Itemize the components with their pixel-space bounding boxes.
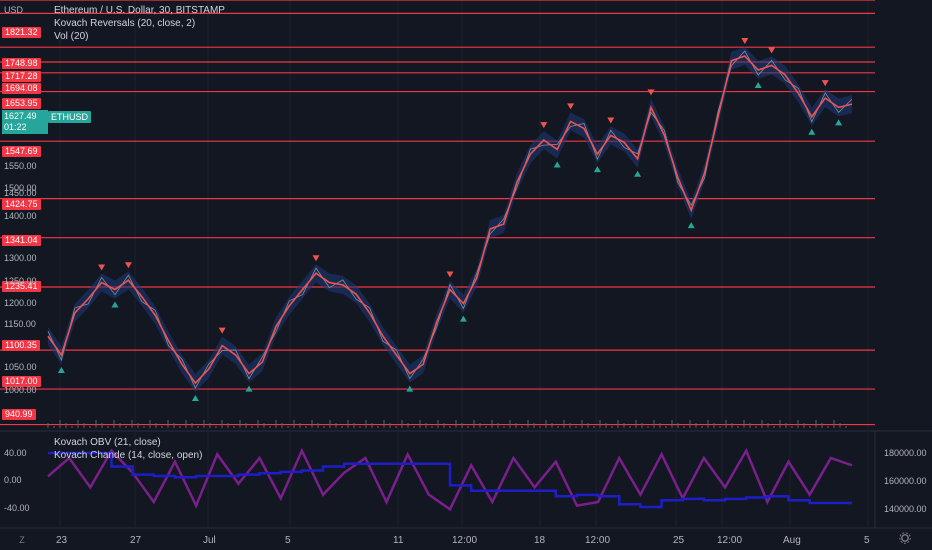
- time-axis-label: 5: [864, 535, 870, 546]
- obv-line: [48, 451, 852, 509]
- symbol-tag: ETHUSD: [48, 111, 92, 123]
- time-axis-label: 12:00: [585, 535, 611, 546]
- price-level-tag: 1653.95: [2, 98, 41, 109]
- time-axis-label: 25: [673, 535, 685, 546]
- current-price: 1627.49: [4, 111, 37, 121]
- time-axis-label: 12:00: [452, 535, 478, 546]
- z-icon[interactable]: Z: [15, 533, 29, 547]
- symbol-title[interactable]: Ethereum / U.S. Dollar, 30, BITSTAMP: [54, 5, 225, 16]
- price-axis-label: 1050.00: [4, 362, 37, 372]
- reversal-up-marker: [593, 166, 601, 173]
- time-axis-label: 27: [130, 535, 142, 546]
- reversal-down-marker: [312, 255, 320, 262]
- reversal-down-marker: [821, 80, 829, 87]
- time-axis-label: 12:00: [717, 535, 743, 546]
- time-axis-label: 5: [285, 535, 291, 546]
- price-axis-label: 1550.00: [4, 161, 37, 171]
- price-level-tag: 1100.35: [2, 340, 40, 351]
- lower-right-axis-label: 140000.00: [884, 504, 927, 514]
- time-axis-label: 11: [393, 535, 404, 546]
- price-level-tag: 1424.75: [2, 199, 41, 210]
- price-level-tag: 1748.98: [2, 58, 41, 69]
- current-price-tag: 1627.49 01:22: [2, 110, 48, 134]
- reversal-up-marker: [191, 394, 199, 401]
- lower-indicator-chande[interactable]: Kovach Chande (14, close, open): [54, 450, 202, 461]
- price-axis-label: 1150.00: [4, 319, 36, 329]
- reversal-up-marker: [835, 119, 843, 126]
- lower-left-axis-label: 0.00: [4, 475, 22, 485]
- gear-icon[interactable]: [898, 532, 912, 546]
- price-axis-label: 1450.00: [4, 188, 37, 198]
- price-level-tag: 940.99: [2, 409, 36, 420]
- price-axis-label: 1300.00: [4, 253, 37, 263]
- lower-right-axis-label: 180000.00: [884, 448, 927, 458]
- reversal-down-marker: [98, 264, 106, 271]
- price-level-tag: 1821.32: [2, 27, 41, 38]
- reversal-up-marker: [553, 161, 561, 168]
- reversal-up-marker: [808, 128, 816, 135]
- reversal-up-marker: [459, 315, 467, 322]
- chart-canvas[interactable]: [0, 0, 932, 550]
- price-axis-label: 1000.00: [4, 385, 37, 395]
- indicator-kovach-reversals[interactable]: Kovach Reversals (20, close, 2): [54, 18, 195, 29]
- reversal-down-marker: [124, 262, 132, 269]
- reversal-down-marker: [446, 271, 454, 278]
- reversal-down-marker: [768, 47, 776, 54]
- reversal-up-marker: [687, 222, 695, 229]
- reversal-up-marker: [111, 301, 119, 308]
- time-axis-label: 18: [534, 535, 546, 546]
- lower-right-axis-label: 160000.00: [884, 476, 927, 486]
- time-axis-label: 23: [56, 535, 68, 546]
- time-axis-label: Aug: [783, 535, 801, 546]
- price-axis-label: 1250.00: [4, 276, 37, 286]
- time-axis-label: Jul: [203, 535, 216, 546]
- price-level-tag: 1694.08: [2, 83, 41, 94]
- price-axis-label: 1200.00: [4, 298, 37, 308]
- indicator-volume[interactable]: Vol (20): [54, 31, 88, 42]
- reversal-down-marker: [218, 327, 226, 334]
- reversal-down-marker: [540, 122, 548, 129]
- lower-left-axis-label: -40.00: [4, 503, 30, 513]
- bar-countdown: 01:22: [4, 122, 27, 132]
- price-level-tag: 1547.69: [2, 146, 41, 157]
- reversal-up-marker: [57, 366, 65, 373]
- reversal-down-marker: [567, 103, 575, 110]
- reversal-down-marker: [741, 38, 749, 45]
- price-axis-label: 1400.00: [4, 211, 37, 221]
- currency-label: USD: [4, 5, 24, 15]
- reversal-down-marker: [647, 89, 655, 96]
- price-level-tag: 1341.04: [2, 235, 41, 246]
- lower-indicator-obv[interactable]: Kovach OBV (21, close): [54, 437, 161, 448]
- reversal-down-marker: [607, 117, 615, 124]
- reversal-up-marker: [634, 170, 642, 177]
- price-level-tag: 1717.28: [2, 71, 41, 82]
- lower-left-axis-label: 40.00: [4, 448, 27, 458]
- reversal-up-marker: [754, 82, 762, 89]
